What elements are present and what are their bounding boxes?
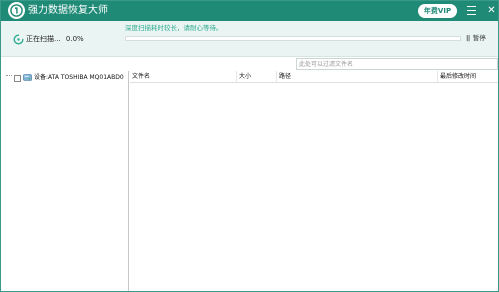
column-header-modified[interactable]: 最后修改时间 — [438, 71, 498, 83]
file-list-header: 文件名 大小 路径 最后修改时间 — [130, 71, 498, 83]
scanning-spinner-icon — [13, 34, 24, 45]
scan-status: 正在扫描... 0.0% — [26, 34, 84, 44]
menu-line — [467, 14, 476, 15]
device-tree-panel: 设备:ATA TOSHIBA MQ01ABD0 — [1, 71, 129, 291]
hard-drive-icon — [23, 74, 32, 81]
column-header-path[interactable]: 路径 — [277, 71, 438, 83]
hamburger-menu-icon[interactable] — [467, 6, 476, 15]
scan-hint: 深度扫描耗时较长，请耐心等待。 — [125, 24, 223, 32]
scan-progress-bar — [125, 36, 461, 41]
column-header-filename[interactable]: 文件名 — [130, 71, 237, 83]
close-icon[interactable]: ✕ — [487, 4, 496, 18]
pause-button[interactable]: || 暂停 — [466, 33, 494, 43]
filename-filter-input[interactable] — [296, 58, 498, 70]
app-window: 强力数据恢复大师 年费VIP ✕ 正在扫描... 0.0% 深度扫描耗时较长，请… — [0, 0, 499, 292]
menu-line — [467, 6, 476, 7]
vip-button[interactable]: 年费VIP — [418, 4, 457, 18]
tree-connector — [6, 75, 12, 81]
device-label: 设备:ATA TOSHIBA MQ01ABD0 — [34, 74, 124, 81]
device-checkbox[interactable] — [14, 74, 21, 82]
menu-line — [467, 10, 476, 11]
title-bar: 强力数据恢复大师 年费VIP ✕ — [1, 1, 498, 21]
app-title: 强力数据恢复大师 — [28, 5, 108, 16]
pause-icon: || — [466, 34, 470, 42]
scan-progress-panel: 正在扫描... 0.0% 深度扫描耗时较长，请耐心等待。 || 暂停 — [1, 21, 498, 57]
column-header-size[interactable]: 大小 — [237, 71, 277, 83]
file-list-grid: 文件名 大小 路径 最后修改时间 — [130, 71, 498, 291]
pause-label: 暂停 — [472, 34, 486, 42]
tree-item-device[interactable]: 设备:ATA TOSHIBA MQ01ABD0 — [6, 73, 124, 83]
logo-icon — [8, 2, 25, 19]
logo-glyph — [10, 4, 23, 17]
scan-percent: 0.0% — [65, 35, 84, 43]
filter-row — [1, 57, 498, 71]
scan-status-label: 正在扫描... — [26, 35, 61, 43]
